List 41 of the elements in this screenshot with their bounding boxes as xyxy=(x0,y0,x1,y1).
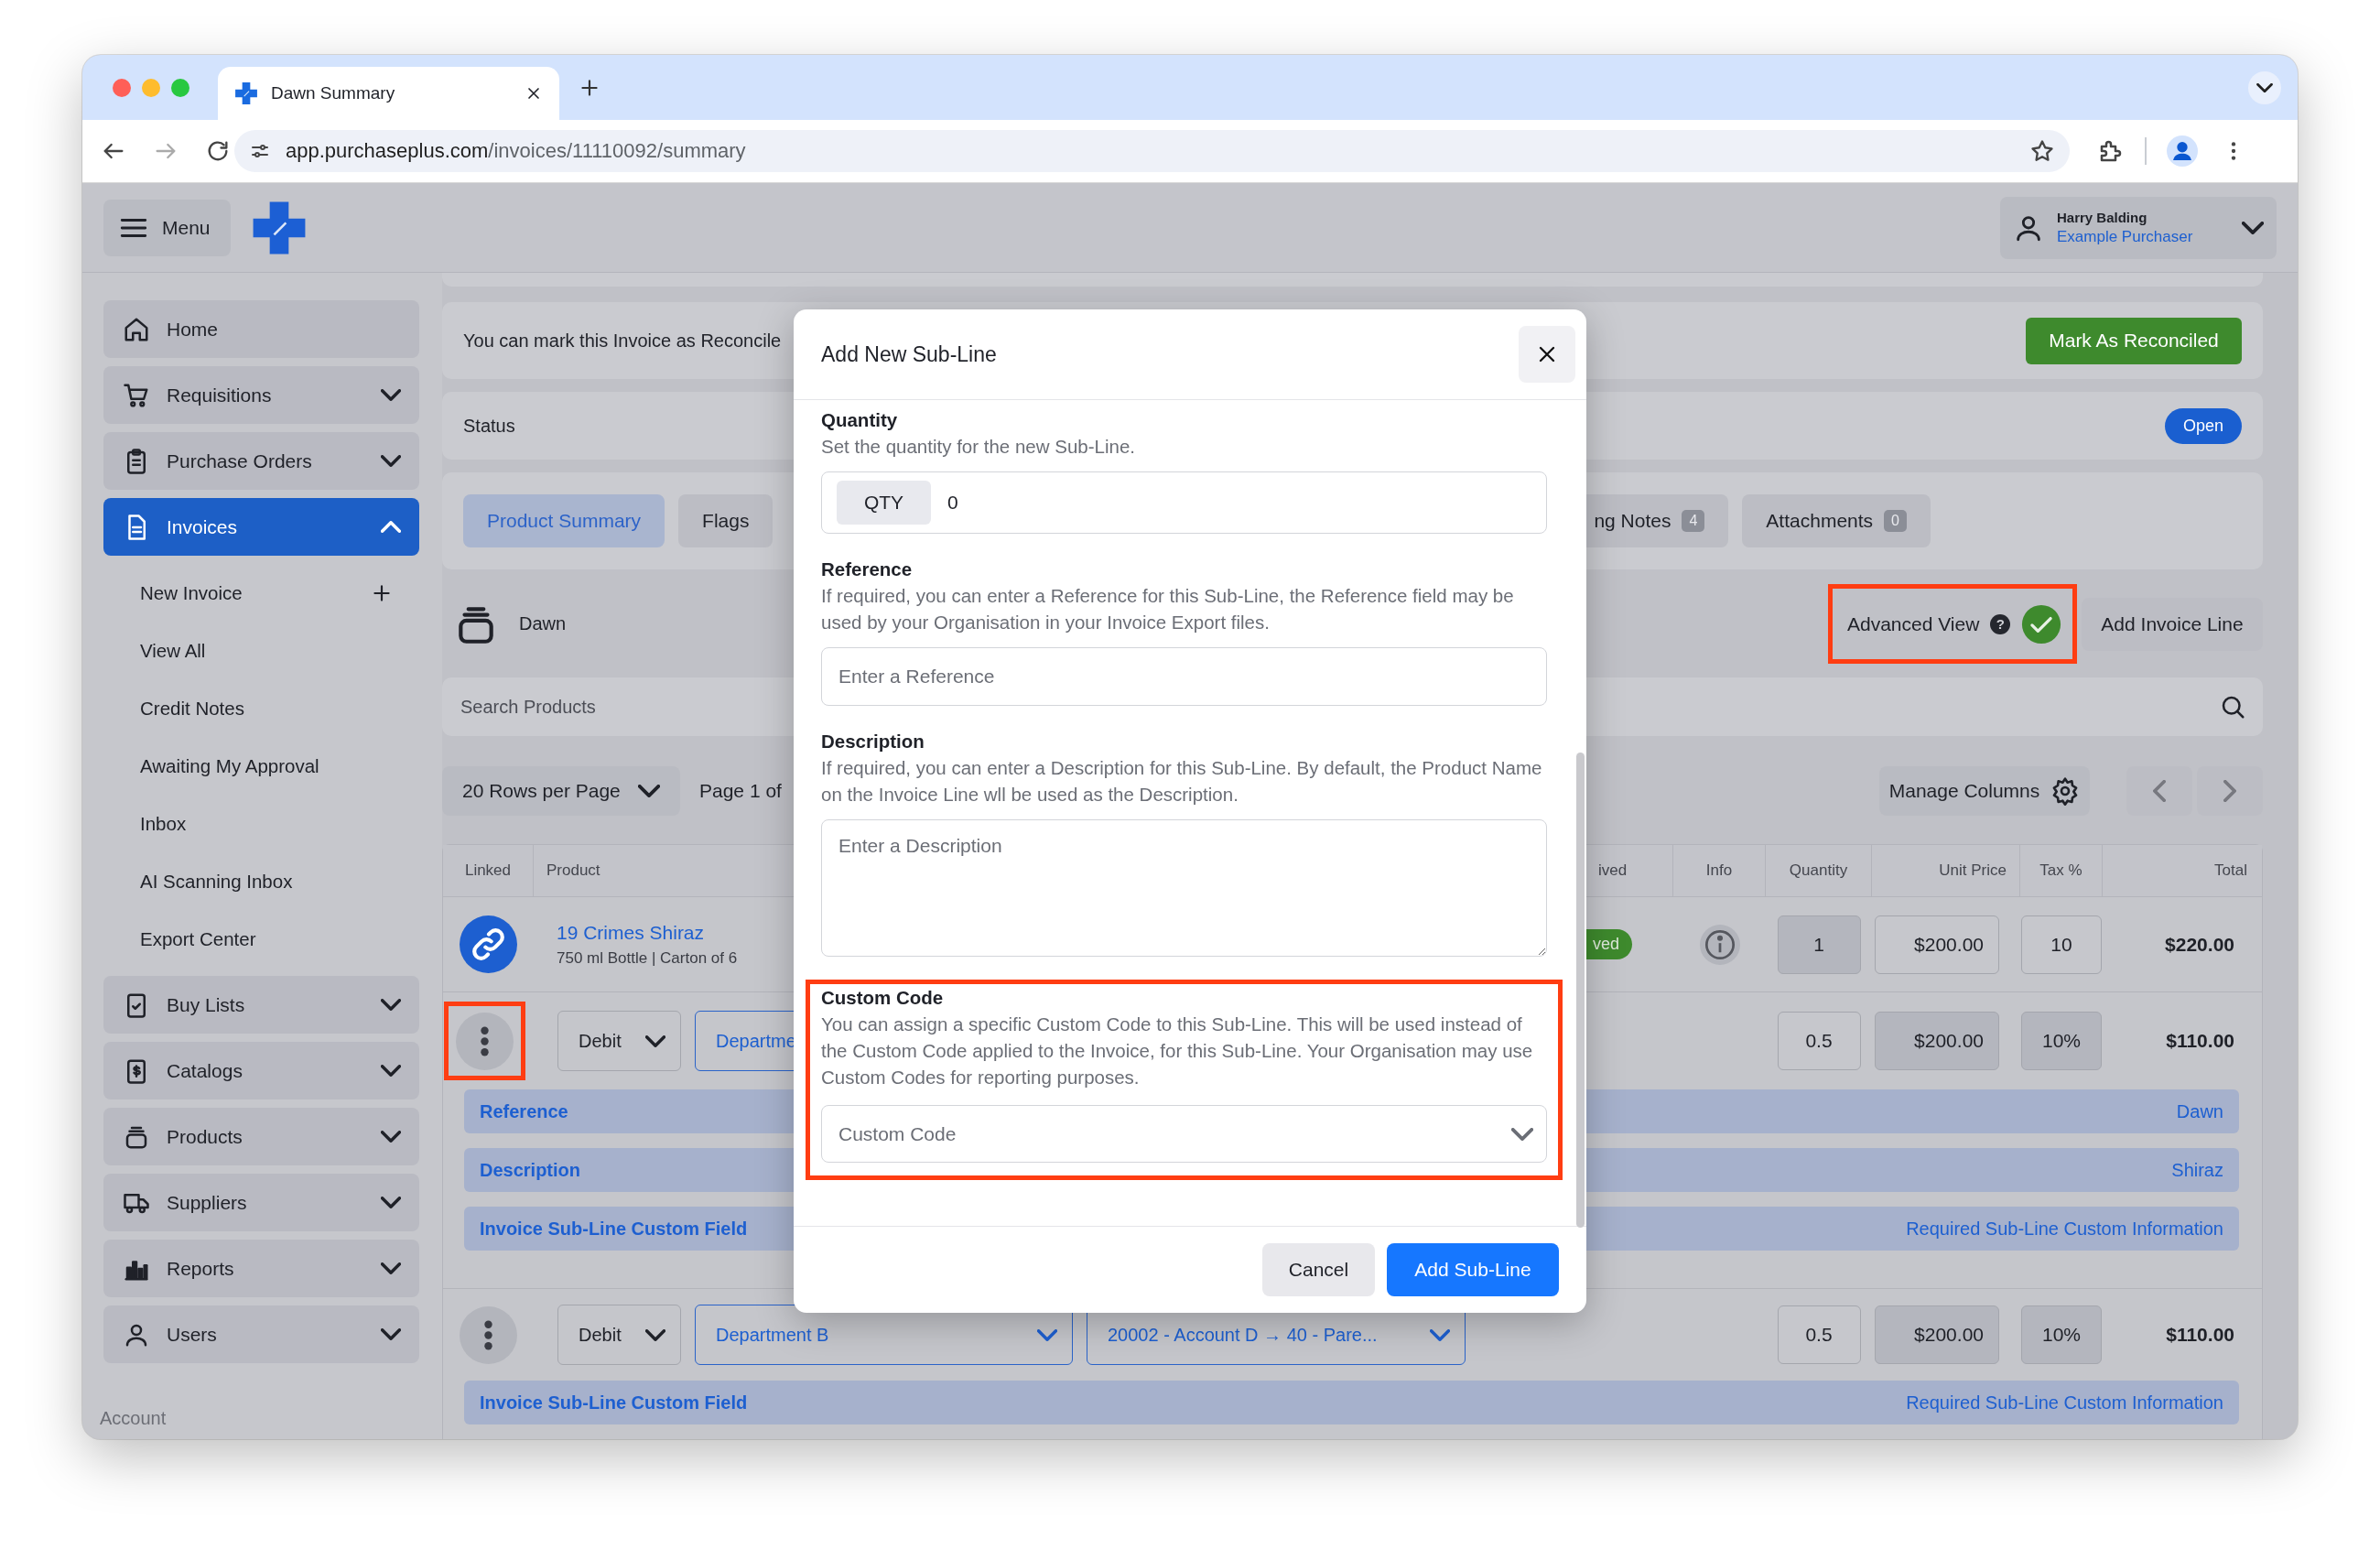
url-text: app.purchaseplus.com/invoices/11110092/summary xyxy=(286,139,747,163)
line-total: $110.00 xyxy=(2166,1324,2234,1346)
field-hint: You can assign a specific Custom Code to this Sub-Line. This will be used instead of the Custom Code applied to the Invoice, for this Sub-Line. Your Organisation may use Custom Codes for reporting purposes. xyxy=(821,1013,1534,1089)
field-hint: Set the quantity for the new Sub-Line. xyxy=(821,435,1137,459)
status-badge: ved xyxy=(1585,929,1633,959)
line-total: $110.00 xyxy=(2166,1030,2234,1052)
field-value: Dawn xyxy=(2176,1100,2223,1122)
field-label: Invoice Sub-Line Custom Field xyxy=(480,1392,748,1414)
field-value: Required Sub-Line Custom Information xyxy=(1906,1218,2223,1240)
user-name: Harry Balding xyxy=(2057,209,2148,225)
user-role: Example Purchaser xyxy=(2057,227,2194,246)
field-label: Reference xyxy=(821,558,914,581)
field-label: Description xyxy=(821,730,925,753)
page-indicator: Page 1 of xyxy=(699,780,782,802)
reconcile-message: You can mark this Invoice as Reconcile xyxy=(463,330,783,352)
field-hint: If required, you can enter a Description for this Sub-Line. By default, the Product Name on the Invoice Line wll be used as the Description. xyxy=(821,756,1543,807)
section-label: Account xyxy=(100,1408,168,1429)
qty-label: QTY xyxy=(837,481,931,525)
field-hint: If required, you can enter a Reference for this Sub-Line, the Reference field may be used by your Organisation in your Invoice Export files. xyxy=(821,584,1515,634)
column-header: Tax % xyxy=(2020,845,2103,896)
dialog-title: Add New Sub-Line xyxy=(821,341,998,367)
status-label: Status xyxy=(463,415,515,437)
column-header: Unit Price xyxy=(1872,845,2020,896)
field-label: Quantity xyxy=(821,408,899,432)
field-value: Required Sub-Line Custom Information xyxy=(1906,1392,2223,1414)
column-header: Total xyxy=(2213,861,2248,881)
field-label: Custom Code xyxy=(821,986,945,1010)
column-header: Info xyxy=(1673,845,1766,896)
advanced-view-label: Advanced View xyxy=(1847,612,1980,635)
field-value: Shiraz xyxy=(2171,1159,2223,1181)
count-badge: 4 xyxy=(1682,510,1705,532)
column-header: Quantity xyxy=(1766,845,1872,896)
count-badge: 0 xyxy=(1884,510,1907,532)
field-label: Invoice Sub-Line Custom Field xyxy=(480,1218,748,1240)
supplier-name: Dawn xyxy=(519,613,567,634)
field-label: Description xyxy=(480,1159,581,1181)
product-detail: 750 ml Bottle | Carton of 6 xyxy=(557,948,738,968)
column-header: Linked xyxy=(443,845,534,896)
line-total: $220.00 xyxy=(2165,933,2234,956)
field-label: Reference xyxy=(480,1100,568,1122)
status-badge: Open xyxy=(2164,407,2242,444)
